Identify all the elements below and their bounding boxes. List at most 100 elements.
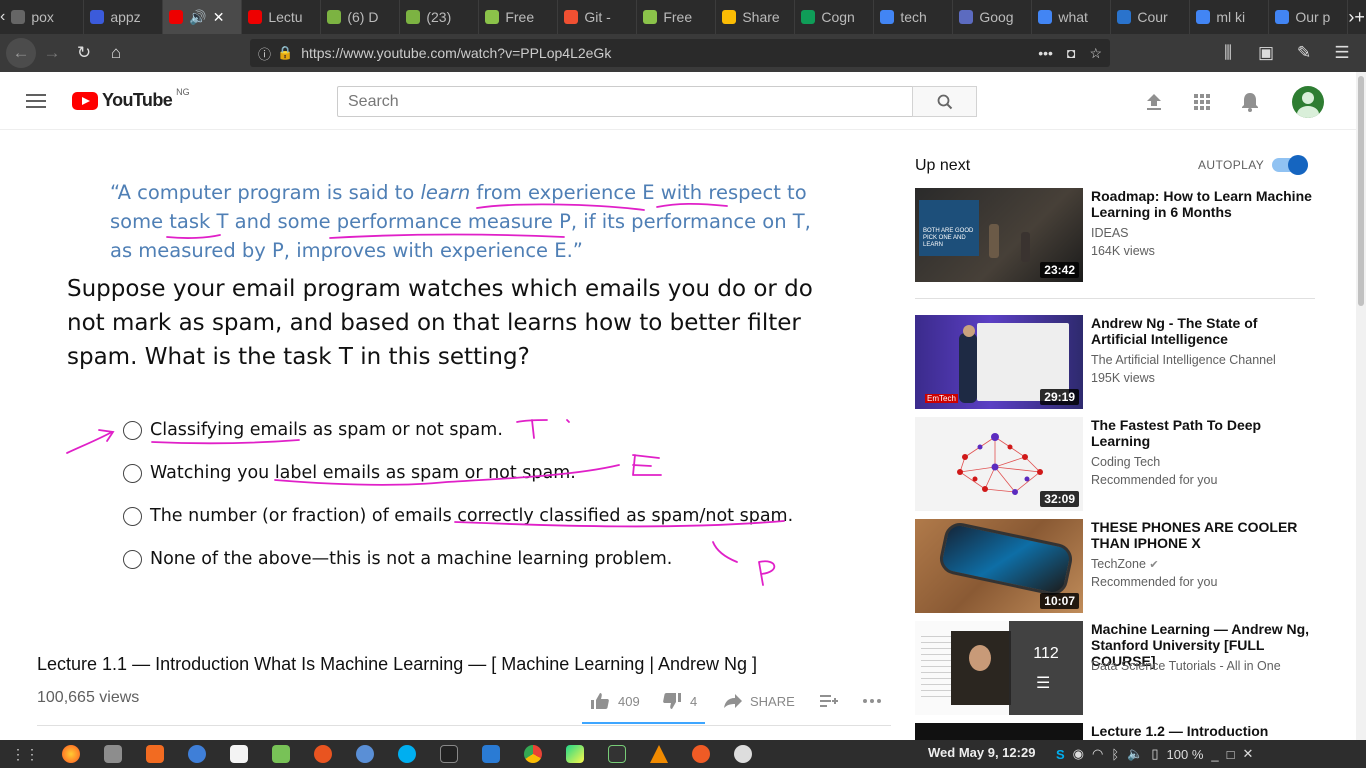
recommended-video-3[interactable]: 32:09 The Fastest Path To Deep Learning … (915, 417, 1315, 513)
forward-button[interactable]: → (36, 37, 68, 69)
settings-gear-icon[interactable] (722, 740, 764, 768)
recommended-title-3[interactable]: The Fastest Path To Deep Learning (1091, 417, 1316, 449)
browser-tab[interactable]: appz (84, 0, 164, 34)
info-icon[interactable]: ⓘ (258, 44, 271, 63)
recommended-video-2[interactable]: EmTech 29:19 Andrew Ng - The State of Ar… (915, 315, 1315, 411)
recommended-channel-1[interactable]: IDEAS (1091, 226, 1129, 240)
recommended-channel-3[interactable]: Coding Tech (1091, 455, 1160, 469)
browser-tab[interactable]: Free (479, 0, 559, 34)
vlc-icon[interactable] (638, 740, 680, 768)
skype-icon[interactable] (386, 740, 428, 768)
video-thumbnail-2[interactable]: EmTech 29:19 (915, 315, 1083, 409)
extension-icon[interactable]: ✎ (1288, 37, 1320, 69)
upload-icon[interactable] (1144, 92, 1164, 112)
browser-tab[interactable]: what (1032, 0, 1112, 34)
url-bar[interactable]: ⓘ 🔒 https://www.youtube.com/watch?v=PPLo… (250, 39, 1110, 67)
skype-tray-icon[interactable]: S (1056, 747, 1065, 762)
help-icon[interactable] (176, 740, 218, 768)
bluetooth-icon[interactable]: ᛒ (1111, 747, 1119, 762)
dislike-button[interactable]: 4 (654, 686, 714, 716)
recommended-title-2[interactable]: Andrew Ng - The State of Artificial Inte… (1091, 315, 1316, 347)
wifi-icon[interactable]: ◠ (1092, 746, 1103, 762)
pocket-icon[interactable]: ◘ (1067, 45, 1075, 62)
recommended-playlist-5[interactable]: 112 ☰ Machine Learning — Andrew Ng, Stan… (915, 621, 1315, 717)
sidebar-icon[interactable]: ▣ (1250, 37, 1282, 69)
video-player[interactable]: “A computer program is said to learn fro… (37, 130, 887, 640)
share-button[interactable]: SHARE (714, 686, 806, 716)
browser-tab[interactable]: (23) (400, 0, 480, 34)
video-thumbnail-3[interactable]: 32:09 (915, 417, 1083, 511)
notifications-bell-icon[interactable] (1240, 92, 1260, 112)
hamburger-menu-icon[interactable]: ☰ (1326, 37, 1358, 69)
bookmark-star-icon[interactable]: ☆ (1089, 45, 1102, 62)
recommended-channel-5[interactable]: Data Science Tutorials - All in One (1091, 659, 1281, 673)
battery-icon[interactable]: ▯ (1151, 746, 1158, 762)
browser-tab[interactable]: (6) D (321, 0, 401, 34)
minimize-window-icon[interactable]: _ (1211, 747, 1218, 762)
android-studio-icon[interactable] (260, 740, 302, 768)
video-thumbnail-1[interactable]: BOTH ARE GOOD PICK ONE AND LEARN 23:42 (915, 188, 1083, 282)
file-cabinet-icon[interactable] (92, 740, 134, 768)
recommended-video-6[interactable]: Lecture 1.2 — Introduction (915, 723, 1315, 740)
video-thumbnail-6[interactable] (915, 723, 1083, 740)
recommended-title-6[interactable]: Lecture 1.2 — Introduction (1091, 723, 1315, 739)
browser-tab[interactable]: Cour (1111, 0, 1191, 34)
recommended-video-1[interactable]: BOTH ARE GOOD PICK ONE AND LEARN 23:42 R… (915, 188, 1315, 284)
back-button[interactable]: ← (6, 38, 36, 68)
tab-close-icon[interactable]: ✕ (213, 9, 225, 26)
browser-tab[interactable]: 🔊 ✕ (163, 0, 243, 34)
recommended-channel-2[interactable]: The Artificial Intelligence Channel (1091, 353, 1276, 367)
pycharm-icon[interactable] (554, 740, 596, 768)
autoplay-toggle[interactable] (1272, 155, 1308, 175)
recommended-title-1[interactable]: Roadmap: How to Learn Machine Learning i… (1091, 188, 1316, 220)
account-avatar[interactable] (1292, 86, 1324, 118)
close-window-icon[interactable]: ✕ (1242, 746, 1253, 762)
page-actions-button[interactable]: ••• (1038, 45, 1053, 62)
browser-tab[interactable]: pox (5, 0, 85, 34)
recommended-channel-4[interactable]: TechZone ✔ (1091, 557, 1159, 571)
recommended-title-4[interactable]: THESE PHONES ARE COOLER THAN IPHONE X (1091, 519, 1316, 551)
amazon-icon[interactable] (218, 740, 260, 768)
chrome-tray-icon[interactable]: ◉ (1073, 746, 1084, 762)
guide-menu-icon[interactable] (26, 94, 46, 108)
playlist-thumbnail-5[interactable]: 112 ☰ (915, 621, 1083, 715)
maximize-window-icon[interactable]: □ (1227, 747, 1235, 762)
browser-tab[interactable]: Cogn (795, 0, 875, 34)
reload-button[interactable]: ↻ (68, 37, 100, 69)
volume-icon[interactable]: 🔈 (1127, 746, 1143, 762)
ubuntu-icon[interactable] (302, 740, 344, 768)
browser-tab[interactable]: ml ki (1190, 0, 1270, 34)
chromium-icon[interactable] (344, 740, 386, 768)
browser-tab[interactable]: tech (874, 0, 954, 34)
app-grid-launcher[interactable]: ⋮⋮ (0, 740, 50, 768)
search-button[interactable] (912, 86, 977, 117)
software-center-icon[interactable] (134, 740, 176, 768)
browser-tab[interactable]: Git - (558, 0, 638, 34)
like-button[interactable]: 409 (582, 686, 654, 716)
browser-tab[interactable]: Goog (953, 0, 1033, 34)
postman-icon[interactable] (680, 740, 722, 768)
recommended-video-4[interactable]: 10:07 THESE PHONES ARE COOLER THAN IPHON… (915, 519, 1315, 615)
add-to-playlist-button[interactable] (806, 686, 852, 716)
browser-tab[interactable]: Share (716, 0, 796, 34)
scrollbar-thumb[interactable] (1358, 76, 1364, 306)
terminal-icon[interactable] (428, 740, 470, 768)
browser-tab[interactable]: Lectu (242, 0, 322, 34)
system-monitor-icon[interactable] (596, 740, 638, 768)
browser-tab[interactable]: Free (637, 0, 717, 34)
page-scrollbar[interactable] (1356, 72, 1366, 740)
library-icon[interactable]: ⫼ (1212, 37, 1244, 69)
apps-grid-icon[interactable] (1192, 92, 1212, 112)
home-button[interactable]: ⌂ (100, 37, 132, 69)
browser-tab[interactable]: Our p (1269, 0, 1349, 34)
search-input[interactable] (337, 86, 913, 117)
url-text[interactable]: https://www.youtube.com/watch?v=PPLop4L2… (301, 45, 611, 61)
youtube-logo[interactable]: YouTube NG (72, 87, 190, 111)
new-tab-button[interactable]: + (1354, 0, 1365, 34)
more-actions-button[interactable] (852, 686, 892, 716)
firefox-icon[interactable] (50, 740, 92, 768)
clock[interactable]: Wed May 9, 12:29 (928, 745, 1035, 760)
vscode-icon[interactable] (470, 740, 512, 768)
video-thumbnail-4[interactable]: 10:07 (915, 519, 1083, 613)
chrome-icon[interactable] (512, 740, 554, 768)
